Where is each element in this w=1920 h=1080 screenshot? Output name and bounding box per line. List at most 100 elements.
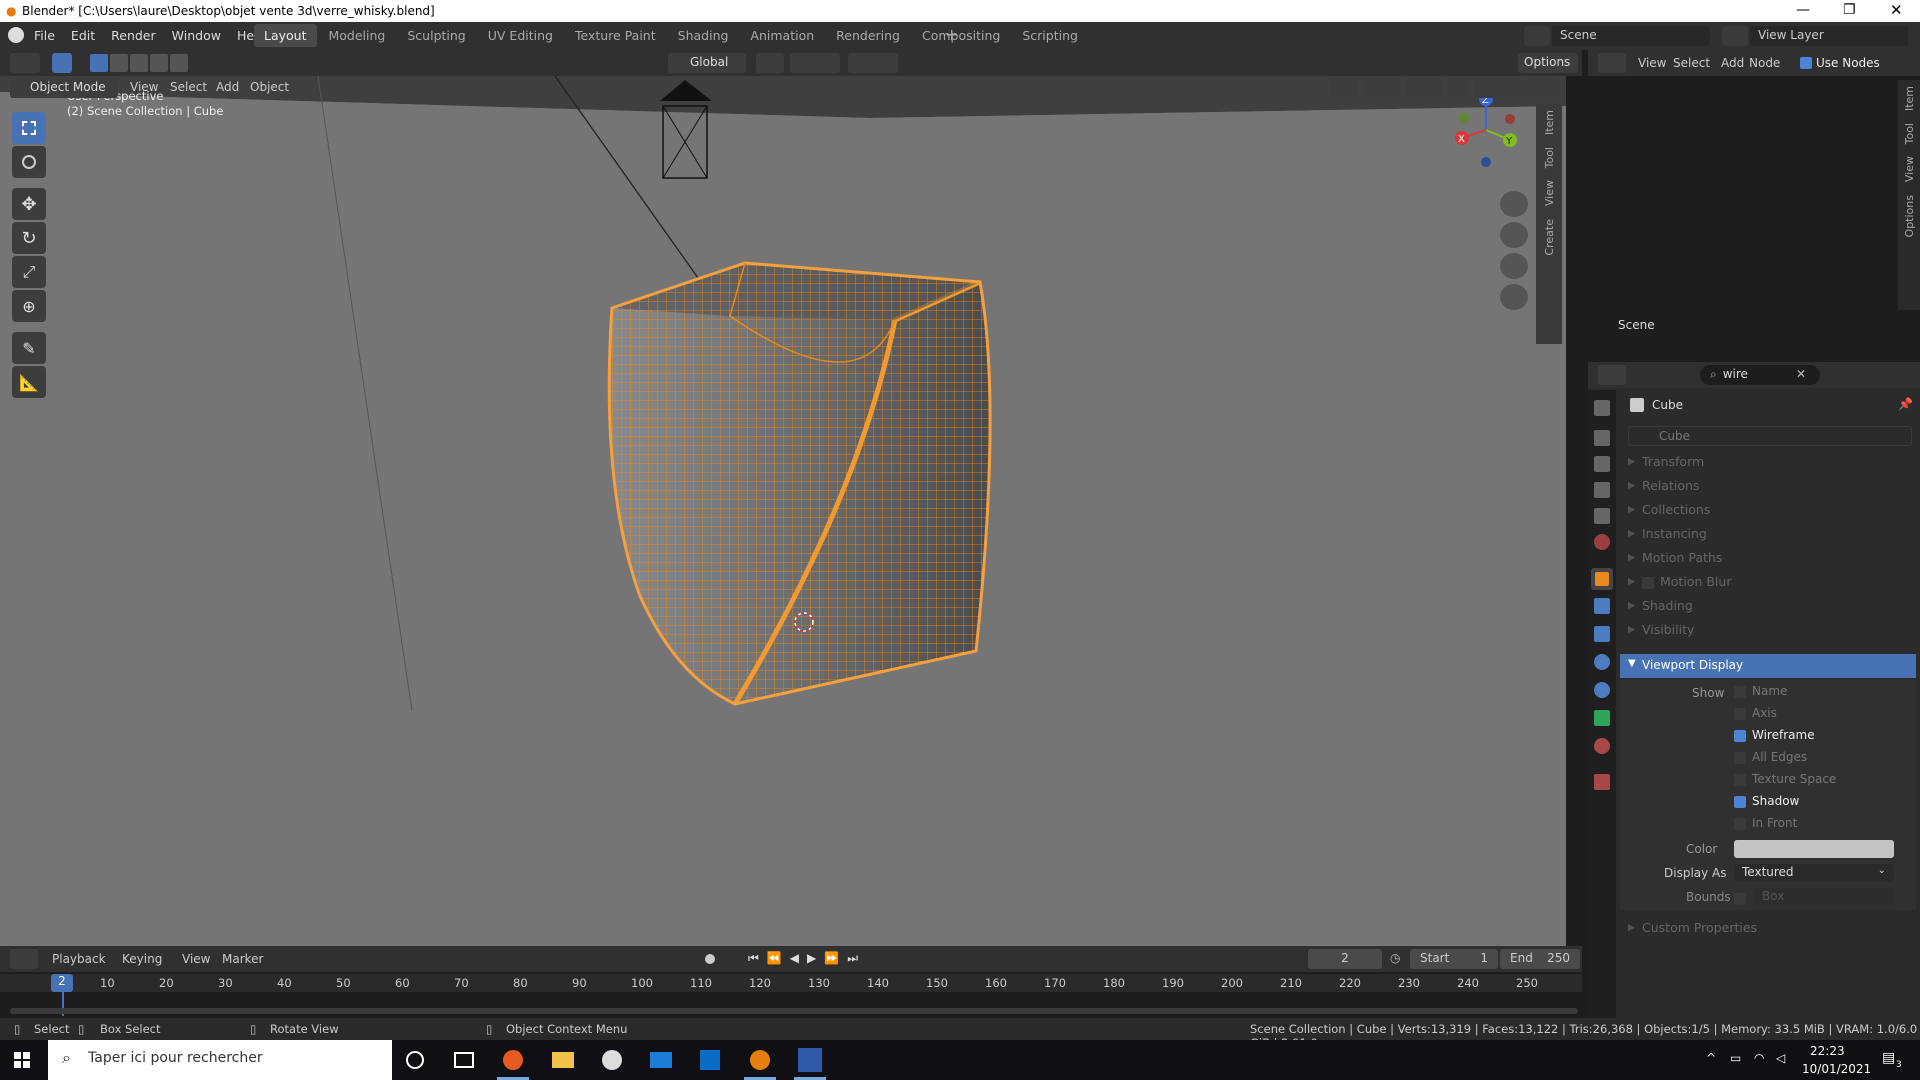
playhead-indicator[interactable]: 2 — [51, 974, 73, 992]
tray-chevron-up-icon[interactable]: ^ — [1706, 1051, 1716, 1065]
start-frame-field[interactable]: Start 1 — [1410, 949, 1498, 969]
mode-invert-icon[interactable] — [150, 54, 168, 72]
network-icon[interactable]: ◠ — [1754, 1051, 1764, 1065]
taskbar-search-box[interactable]: ⌕ Taper ici pour rechercher — [48, 1040, 392, 1080]
tool-annotate-icon[interactable]: ✎ — [12, 332, 46, 364]
section-instancing[interactable]: ▶ Instancing — [1620, 522, 1916, 546]
node-editor-type-icon[interactable] — [1598, 53, 1626, 73]
show-checkbox[interactable] — [1734, 773, 1746, 786]
transform-orientation-dropdown[interactable]: Global — [668, 53, 746, 73]
show-shadow-row[interactable]: Shadow — [1734, 790, 1914, 812]
menu-window[interactable]: Window — [164, 24, 229, 47]
viewport-tab-view[interactable]: View — [1540, 174, 1559, 212]
current-frame-field[interactable]: 2 — [1308, 949, 1382, 969]
perspective-toggle-icon[interactable] — [1500, 284, 1528, 310]
world-tab-icon[interactable] — [1594, 534, 1610, 550]
add-workspace-icon[interactable]: + — [945, 25, 958, 44]
blender-menu-icon[interactable] — [8, 27, 24, 43]
options-dropdown[interactable]: Options — [1518, 53, 1578, 73]
output-tab-icon[interactable] — [1594, 456, 1610, 472]
viewport-tab-item[interactable]: Item — [1540, 104, 1559, 141]
object-color-swatch[interactable] — [1734, 840, 1894, 858]
object-name-field[interactable]: Cube — [1628, 426, 1912, 446]
end-frame-field[interactable]: End 250 — [1500, 949, 1580, 969]
blender-taskbar-icon[interactable] — [750, 1050, 770, 1070]
bounds-checkbox[interactable] — [1734, 893, 1746, 905]
pivot-point-icon[interactable] — [756, 53, 784, 73]
close-icon[interactable]: ✕ — [1890, 1, 1903, 19]
notification-icon[interactable]: ▤ — [1882, 1050, 1895, 1066]
data-tab-icon[interactable] — [1594, 710, 1610, 726]
visibility-icon[interactable] — [1330, 78, 1358, 98]
scene-selector-icon[interactable] — [1524, 26, 1550, 46]
texture-tab-icon[interactable] — [1594, 774, 1610, 790]
overlay-toggle-icon[interactable] — [1406, 78, 1442, 98]
battery-icon[interactable]: ▭ — [1730, 1051, 1741, 1065]
bounds-type-dropdown[interactable]: Box — [1754, 888, 1894, 906]
use-nodes-checkbox[interactable] — [1800, 57, 1812, 69]
proportional-edit-icon[interactable] — [848, 53, 898, 73]
mode-new-icon[interactable] — [90, 54, 108, 72]
timeline-ruler[interactable]: 10 20 30 40 50 60 70 80 90 100 110 120 130 140 150 160 1… — [0, 974, 1582, 992]
show-checkbox[interactable] — [1734, 685, 1746, 698]
section-visibility[interactable]: ▶ Visibility — [1620, 618, 1916, 642]
app-window-icon[interactable] — [798, 1048, 822, 1072]
show-wireframe-row[interactable]: Wireframe — [1734, 724, 1914, 746]
play-icon[interactable]: ▶ — [807, 951, 816, 966]
record-icon[interactable] — [705, 954, 715, 964]
tool-cursor-icon[interactable] — [12, 146, 46, 178]
obs-icon[interactable] — [602, 1050, 622, 1070]
show-checkbox[interactable] — [1734, 729, 1746, 742]
node-tab-tool[interactable]: Tool — [1900, 117, 1919, 150]
scene-field[interactable]: Scene — [1552, 26, 1710, 46]
modifier-tab-icon[interactable] — [1594, 598, 1610, 614]
select-tool-icon[interactable] — [52, 53, 72, 73]
physics-tab-icon[interactable] — [1594, 654, 1610, 670]
editor-type-button[interactable] — [10, 53, 40, 73]
jump-end-icon[interactable]: ⏭ — [847, 951, 858, 966]
menu-edit[interactable]: Edit — [63, 24, 103, 47]
menu-file[interactable]: File — [26, 24, 63, 47]
mode-extend-icon[interactable] — [110, 54, 128, 72]
app-s-icon[interactable] — [700, 1050, 720, 1070]
workspace-tab-shading[interactable]: Shading — [668, 24, 739, 47]
xray-toggle-icon[interactable] — [1448, 78, 1468, 98]
next-keyframe-icon[interactable]: ⏩ — [824, 951, 839, 966]
timeline-editor-type-icon[interactable] — [10, 949, 38, 969]
section-shading[interactable]: ▶ Shading — [1620, 594, 1916, 618]
clock-date[interactable]: 10/01/2021 — [1802, 1062, 1871, 1076]
cortana-icon[interactable] — [406, 1051, 424, 1069]
firefox-icon[interactable] — [503, 1050, 523, 1070]
menu-render[interactable]: Render — [103, 24, 164, 47]
properties-editor-type-icon[interactable] — [1598, 365, 1626, 385]
jump-start-icon[interactable]: ⏮ — [748, 951, 759, 966]
shading-mode-buttons[interactable] — [1474, 78, 1560, 98]
show-name-row[interactable]: Name — [1734, 680, 1914, 702]
viewport-tab-tool[interactable]: Tool — [1540, 141, 1559, 174]
minimize-icon[interactable]: — — [1796, 2, 1810, 18]
workspace-tab-animation[interactable]: Animation — [740, 24, 824, 47]
viewport-view-menu[interactable]: View — [130, 80, 158, 94]
viewport-add-menu[interactable]: Add — [216, 80, 239, 94]
node-tab-options[interactable]: Options — [1900, 189, 1919, 243]
object-mode-dropdown[interactable]: Object Mode — [10, 78, 118, 98]
tool-rotate-icon[interactable]: ↻ — [12, 222, 46, 254]
show-checkbox[interactable] — [1734, 795, 1746, 808]
show-all-edges-row[interactable]: All Edges — [1734, 746, 1914, 768]
tool-move-icon[interactable]: ✥ — [12, 188, 46, 220]
prev-keyframe-icon[interactable]: ⏪ — [767, 951, 782, 966]
workspace-tab-modeling[interactable]: Modeling — [319, 24, 396, 47]
workspace-tab-compositing[interactable]: Compositing — [912, 24, 1010, 47]
show-in-front-row[interactable]: In Front — [1734, 812, 1914, 834]
playback-menu[interactable]: Playback — [52, 952, 106, 966]
file-explorer-icon[interactable] — [552, 1052, 574, 1068]
section-transform[interactable]: ▶ Transform — [1620, 450, 1916, 474]
custom-properties-section[interactable]: ▶ Custom Properties — [1620, 916, 1916, 940]
workspace-tab-texture-paint[interactable]: Texture Paint — [565, 24, 666, 47]
shader-node-editor[interactable]: View Select Add Node Use Nodes Scene Ite… — [1588, 50, 1920, 360]
viewport-display-panel-header[interactable]: ▼ Viewport Display — [1620, 654, 1916, 678]
workspace-tab-uv-editing[interactable]: UV Editing — [478, 24, 563, 47]
clear-search-icon[interactable]: ✕ — [1796, 367, 1806, 381]
workspace-tab-scripting[interactable]: Scripting — [1012, 24, 1088, 47]
camera-view-icon[interactable] — [1500, 253, 1528, 279]
